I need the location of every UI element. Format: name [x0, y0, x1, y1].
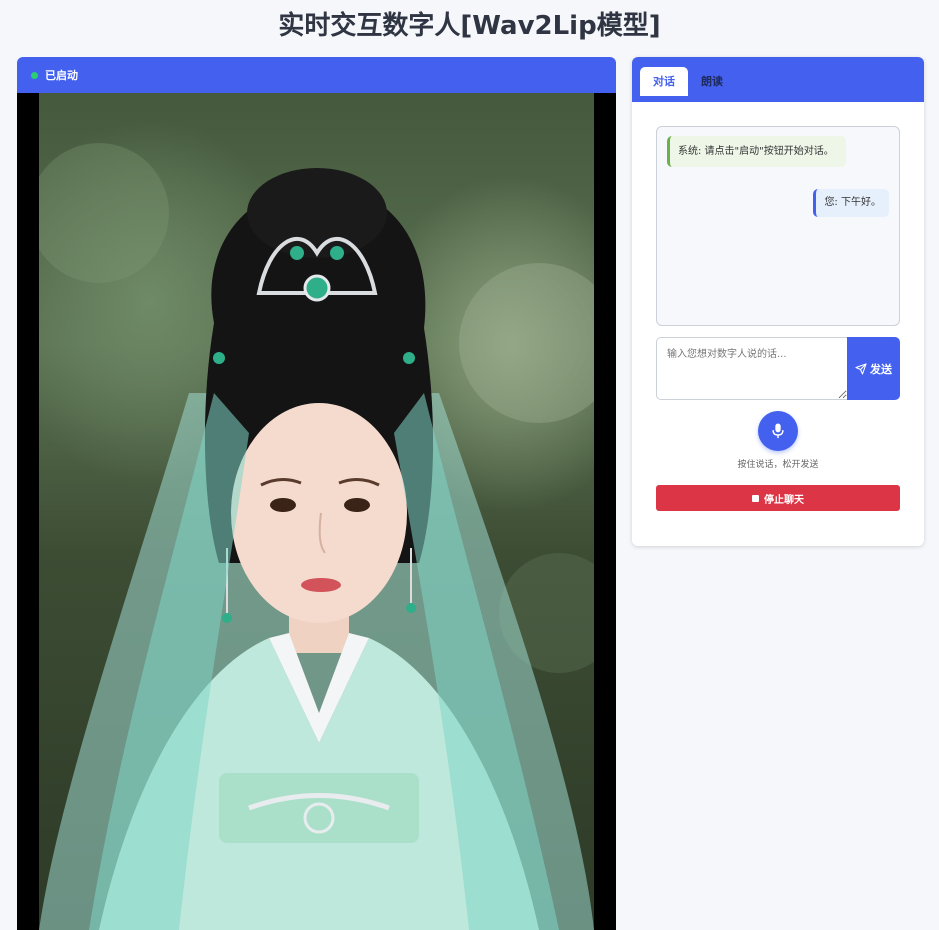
- status-bar: 已启动: [17, 57, 616, 93]
- send-button[interactable]: 发送: [847, 337, 900, 400]
- user-message: 您: 下午好。: [813, 189, 889, 217]
- chat-panel: 对话 朗读 系统: 请点击"启动"按钮开始对话。 您: 下午好。 发送 按住说话…: [632, 57, 924, 546]
- avatar-illustration: [39, 143, 594, 930]
- send-icon: [855, 362, 867, 375]
- microphone-hint: 按住说话，松开发送: [737, 460, 819, 470]
- microphone-button[interactable]: [758, 411, 798, 451]
- tab-dialogue[interactable]: 对话: [640, 67, 688, 96]
- stop-chat-button[interactable]: 停止聊天: [656, 485, 900, 511]
- system-message: 系统: 请点击"启动"按钮开始对话。: [667, 136, 846, 167]
- tab-read-aloud[interactable]: 朗读: [694, 67, 730, 96]
- send-label: 发送: [870, 362, 892, 376]
- status-text: 已启动: [45, 69, 78, 82]
- stop-label: 停止聊天: [764, 494, 804, 506]
- video-frame: [17, 93, 616, 930]
- tab-header: 对话 朗读: [632, 57, 924, 102]
- message-input[interactable]: [656, 337, 848, 400]
- chat-window[interactable]: 系统: 请点击"启动"按钮开始对话。 您: 下午好。: [656, 126, 900, 326]
- avatar-video: [39, 93, 594, 930]
- status-dot-icon: [31, 71, 38, 79]
- stop-icon: [752, 494, 759, 502]
- microphone-icon: [772, 423, 784, 439]
- page-title: 实时交互数字人[Wav2Lip模型]: [278, 11, 661, 41]
